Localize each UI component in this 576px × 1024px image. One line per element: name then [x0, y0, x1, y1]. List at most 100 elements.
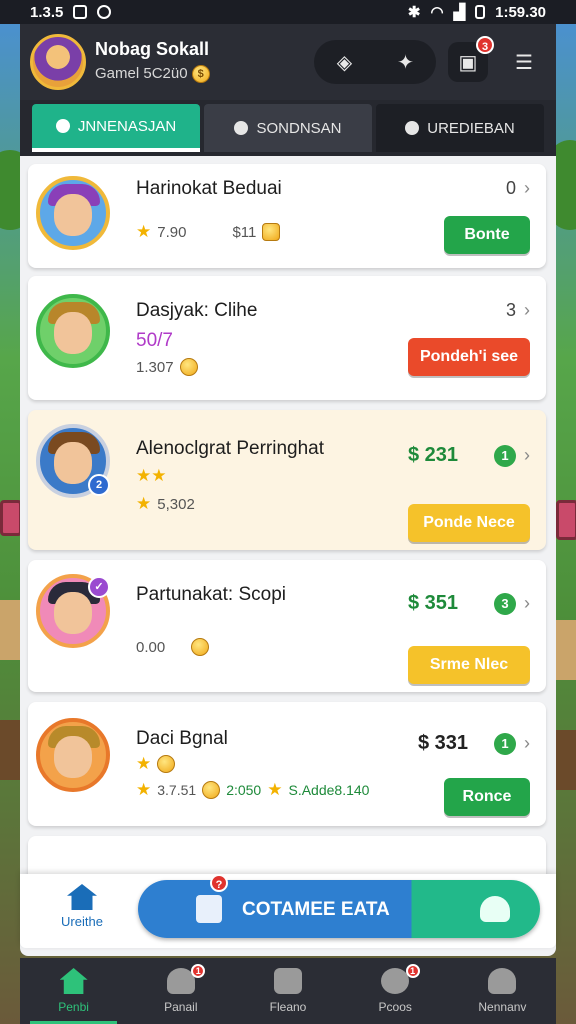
card-level: 50/7	[136, 330, 173, 352]
app-icon	[97, 5, 112, 19]
card-rating: ★	[136, 754, 176, 774]
home-shortcut-label: Ureithe	[61, 914, 103, 929]
notification-icon	[73, 5, 88, 19]
list-item[interactable]: Harinokat Beduai ★ 7.90 $11 0 › Bonte	[28, 164, 546, 268]
cta-label: COTAMEE EATA	[242, 899, 390, 920]
header-button-group: ◈ ✦	[314, 40, 436, 84]
card-count-badge: 1	[494, 732, 516, 755]
tab-label: UREDIEBAN	[427, 119, 515, 137]
menu-icon[interactable]: ☰	[504, 42, 544, 82]
star-icon: ★	[136, 780, 152, 799]
card-action-button[interactable]: Ronce	[444, 778, 530, 816]
card-money: $ 351 3 ›	[408, 592, 530, 615]
card-count-badge: 1	[494, 444, 516, 467]
star-icon: ★	[136, 222, 152, 241]
settings-icon[interactable]: ✦	[386, 42, 426, 82]
home-icon	[59, 968, 88, 994]
player-name: Nobag Sokall	[95, 39, 210, 59]
bluetooth-icon: ✱	[407, 4, 421, 21]
chevron-right-icon: ›	[524, 445, 530, 465]
card-money-value: $ 231	[407, 444, 458, 466]
wifi-icon: ◠	[430, 4, 444, 21]
nav-badge: 1	[191, 964, 206, 978]
card-stats: 0.00	[136, 638, 210, 656]
nav-item-fleano[interactable]: Fleano	[234, 958, 341, 1024]
tab-jnnenasjan[interactable]: JNNENASJAN	[32, 104, 200, 152]
nav-badge: 1	[405, 964, 420, 978]
cta-button[interactable]: ? COTAMEE EATA	[138, 874, 540, 938]
tab-label: JNNENASJAN	[77, 117, 177, 135]
background-path	[556, 620, 576, 680]
player-sub-text: Gamel 5C2ü0	[95, 65, 188, 82]
card-money-value: $ 351	[407, 592, 458, 614]
card-stats: ★ 5,302	[136, 494, 195, 514]
card-stat: 7.90	[157, 223, 187, 241]
chevron-right-icon: ›	[524, 300, 530, 320]
home-shortcut[interactable]: Ureithe	[42, 884, 122, 929]
inbox-icon: ▣	[458, 51, 478, 74]
profile-icon	[488, 968, 517, 994]
nav-item-panail[interactable]: 1 Panail	[127, 958, 234, 1024]
card-action-button[interactable]: Pondeh'i see	[408, 338, 530, 376]
person-icon	[234, 121, 249, 135]
level-badge: 2	[88, 474, 110, 496]
card-stats: ★ 3.7.51 2:050 ★ S.Adde8.140	[136, 780, 369, 800]
card-stat: S.Adde8.140	[288, 782, 370, 798]
card-level-value: 50/7	[136, 330, 173, 351]
card-money: $ 331 1 ›	[418, 732, 530, 755]
inbox-button[interactable]: ▣ 3	[448, 36, 494, 82]
nav-label: Pcoos	[378, 1000, 412, 1014]
gold-icon	[179, 358, 198, 376]
list-item[interactable]: Daci Bgnal ★ ★ 3.7.51 2:050 ★ S.Adde8.14…	[28, 702, 546, 826]
gold-icon	[262, 223, 281, 241]
gold-icon	[157, 755, 176, 773]
action-bar: Ureithe ? COTAMEE EATA	[20, 874, 556, 948]
card-stat: $11	[232, 223, 257, 241]
card-avatar	[36, 294, 110, 368]
card-action-button[interactable]: Bonte	[444, 216, 530, 254]
list-item[interactable]: 2 Alenoclgrat Perringhat ★★ ★ 5,302 $ 23…	[28, 410, 546, 550]
status-time-right: 1:59.30	[495, 3, 546, 21]
card-name: Alenoclgrat Perringhat	[136, 438, 324, 459]
info-icon	[196, 895, 222, 923]
card-count-badge: 3	[494, 592, 516, 615]
chevron-right-icon: ›	[524, 733, 530, 753]
card-action-button[interactable]: Ponde Nece	[408, 504, 530, 542]
header: Nobag Sokall Gamel 5C2ü0 $ ◈ ✦ ▣ 3 ☰	[20, 24, 556, 100]
card-avatar: 2	[36, 424, 110, 498]
nav-label: Fleano	[269, 1000, 307, 1014]
tab-uredieban[interactable]: UREDIEBAN	[376, 104, 544, 152]
status-bar: 1.3.5 ✱ ◠ ▟ 1:59.30	[0, 0, 576, 24]
star-icon: ★★	[136, 466, 167, 485]
tab-sondnsan[interactable]: SONDNSAN	[204, 104, 372, 152]
star-icon: ★	[267, 780, 283, 799]
app-window: Nobag Sokall Gamel 5C2ü0 $ ◈ ✦ ▣ 3 ☰ JNN…	[20, 24, 556, 956]
star-icon: ★	[136, 754, 152, 773]
chat-icon[interactable]: ◈	[325, 42, 365, 82]
card-money: $ 231 1 ›	[408, 444, 530, 467]
card-action-button[interactable]: Srme Nlec	[408, 646, 530, 684]
inbox-badge: 3	[476, 36, 494, 54]
signal-icon: ▟	[453, 4, 466, 21]
card-name: Daci Bgnal	[136, 728, 228, 749]
card-name: Dasjyak: Clihe	[136, 300, 258, 321]
card-stats: ★ 7.90 $11	[136, 222, 281, 242]
status-time-left: 1.3.5	[30, 3, 64, 21]
nav-item-penbi[interactable]: Penbi	[20, 958, 127, 1024]
card-stat: 3.7.51	[157, 782, 197, 798]
card-count-value: 3	[505, 300, 516, 320]
person-icon	[55, 119, 70, 133]
chevron-right-icon: ›	[524, 593, 530, 613]
card-stat: 5,302	[157, 495, 195, 513]
nav-item-nennanv[interactable]: Nennanv	[449, 958, 556, 1024]
player-avatar[interactable]	[30, 34, 86, 90]
nav-item-pcoos[interactable]: 1 Pcoos	[342, 958, 449, 1024]
list-item[interactable]: Dasjyak: Clihe 50/7 1.307 3 › Pondeh'i s…	[28, 276, 546, 400]
background-tree-trunk	[0, 720, 20, 780]
list-item[interactable]: ✓ Partunakat: Scopi 0.00 $ 351 3 › Srme …	[28, 560, 546, 692]
card-stats: 1.307	[136, 358, 198, 376]
gold-icon	[191, 638, 210, 656]
bottom-nav: Penbi 1 Panail Fleano 1 Pcoos Nennanv	[20, 958, 556, 1024]
card-avatar: ✓	[36, 574, 110, 648]
quests-icon	[274, 968, 302, 994]
